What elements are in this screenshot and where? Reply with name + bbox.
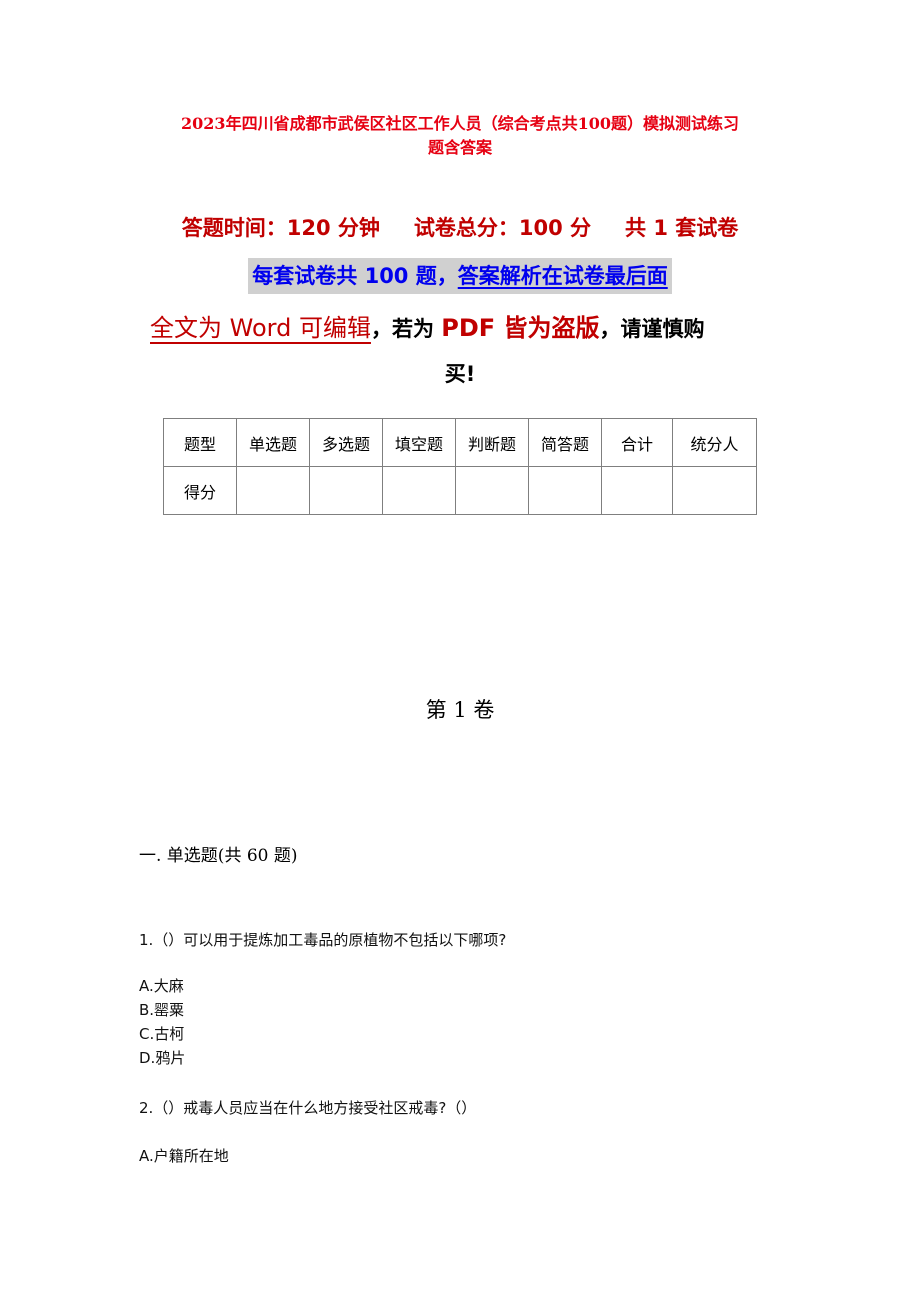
exam-info: 答题时间：120 分钟 试卷总分：100 分 共 1 套试卷 [0, 211, 920, 245]
exam-total-score: 试卷总分：100 分 [413, 216, 592, 240]
warning-editable-link[interactable]: 全文为 Word 可编辑 [150, 314, 371, 342]
warning-text-comma: ，若为 [370, 317, 442, 341]
document-title: 2023年四川省成都市武侯区社区工作人员（综合考点共100题）模拟测试练习 题含… [120, 112, 800, 160]
score-cell [309, 466, 383, 515]
question-option: D.鸦片 [139, 1049, 186, 1067]
warning-line-end: 买! [444, 362, 476, 386]
score-cell [236, 466, 310, 515]
question-1-text: 1.（）可以用于提炼加工毒品的原植物不包括以下哪项? [139, 931, 507, 949]
score-header-cell: 合计 [601, 418, 673, 467]
score-cell [601, 466, 673, 515]
score-table: 题型 单选题 多选题 填空题 判断题 简答题 合计 统分人 得分 [163, 418, 757, 515]
question-option: A.大麻 [139, 977, 184, 995]
score-table-score-row: 得分 [163, 466, 757, 515]
question-option: B.罂粟 [139, 1001, 185, 1019]
warning-line: 全文为 Word 可编辑，若为 PDF 皆为盗版，请谨慎购 [150, 308, 775, 349]
score-cell [382, 466, 456, 515]
question-2-text: 2.（）戒毒人员应当在什么地方接受社区戒毒?（） [139, 1099, 477, 1117]
notice-line: 每套试卷共 100 题，答案解析在试卷最后面 [0, 258, 920, 294]
warning-text-caution: ，请谨慎购 [599, 317, 705, 341]
score-header-cell: 判断题 [455, 418, 529, 467]
question-option: A.户籍所在地 [139, 1147, 229, 1165]
score-header-cell: 单选题 [236, 418, 310, 467]
notice-link-answers[interactable]: 答案解析在试卷最后面 [458, 264, 668, 288]
notice-text-part1: 每套试卷共 100 题， [252, 264, 458, 288]
score-header-cell: 简答题 [528, 418, 602, 467]
warning-piracy: PDF 皆为盗版 [441, 314, 600, 342]
notice-highlight: 每套试卷共 100 题，答案解析在试卷最后面 [248, 258, 672, 294]
question-1-options: A.大麻 B.罂粟 C.古柯 D.鸦片 [139, 974, 185, 1070]
document-title-line1: 2023年四川省成都市武侯区社区工作人员（综合考点共100题）模拟测试练习 [181, 114, 739, 133]
question-option: C.古柯 [139, 1025, 185, 1043]
score-header-cell: 统分人 [672, 418, 757, 467]
score-header-cell: 填空题 [382, 418, 456, 467]
score-cell [672, 466, 757, 515]
exam-time: 答题时间：120 分钟 [181, 216, 380, 240]
score-header-cell: 多选题 [309, 418, 383, 467]
score-header-cell: 题型 [163, 418, 237, 467]
section-title: 一. 单选题(共 60 题) [139, 846, 298, 866]
score-cell [528, 466, 602, 515]
score-table-header-row: 题型 单选题 多选题 填空题 判断题 简答题 合计 统分人 [163, 418, 757, 467]
score-row-label: 得分 [163, 466, 237, 515]
question-2-options: A.户籍所在地 [139, 1144, 229, 1168]
volume-title: 第 1 卷 [425, 698, 495, 722]
score-cell [455, 466, 529, 515]
document-title-line2: 题含答案 [427, 138, 492, 157]
exam-sets: 共 1 套试卷 [625, 216, 739, 240]
